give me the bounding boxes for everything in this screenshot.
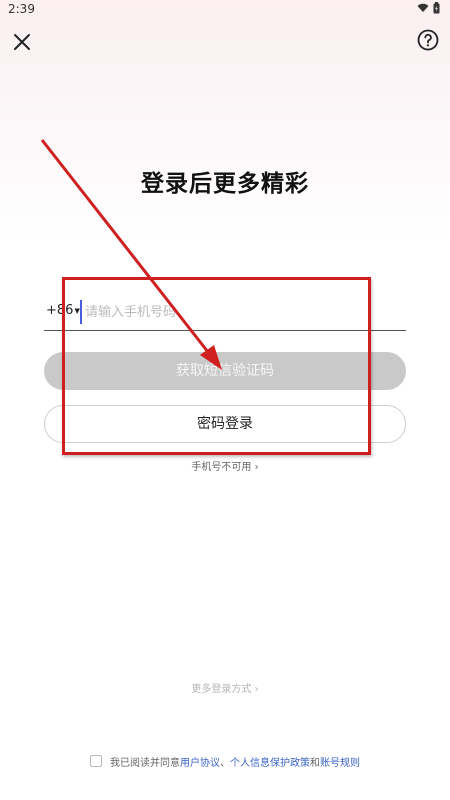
privacy-policy-link[interactable]: 个人信息保护政策 xyxy=(230,754,310,769)
help-circle-icon xyxy=(417,29,439,51)
agreement-separator: 、 xyxy=(220,757,230,769)
more-login-options-link[interactable]: 更多登录方式 › xyxy=(0,680,450,695)
more-login-label: 更多登录方式 xyxy=(191,684,252,695)
agreement-checkbox[interactable] xyxy=(90,755,102,767)
get-sms-code-button[interactable]: 获取短信验证码 xyxy=(44,352,406,390)
user-agreement-link[interactable]: 用户协议 xyxy=(180,754,220,769)
page-title: 登录后更多精彩 xyxy=(141,171,309,197)
agreement-row: 我已阅读并同意 用户协议 、 个人信息保护政策 和 账号规则 xyxy=(0,753,450,769)
close-icon xyxy=(14,34,30,50)
help-button[interactable] xyxy=(416,28,440,52)
wifi-icon xyxy=(417,3,429,12)
status-time: 2:39 xyxy=(8,2,35,16)
country-code-label: +86 xyxy=(46,303,74,318)
country-code-selector[interactable]: +86▼ xyxy=(46,303,80,318)
phone-unavailable-label: 手机号不可用 xyxy=(191,462,252,473)
status-icons xyxy=(417,2,440,14)
agreement-prefix: 我已阅读并同意 xyxy=(110,757,180,769)
phone-number-input[interactable] xyxy=(80,300,405,324)
phone-input-row: +86▼ xyxy=(44,296,406,331)
phone-unavailable-link[interactable]: 手机号不可用 › xyxy=(0,458,450,473)
password-login-button[interactable]: 密码登录 xyxy=(44,405,406,443)
status-bar: 2:39 xyxy=(0,0,450,20)
agreement-and: 和 xyxy=(310,757,320,769)
chevron-right-icon: › xyxy=(254,462,259,473)
account-rules-link[interactable]: 账号规则 xyxy=(320,754,360,769)
chevron-right-icon: › xyxy=(254,684,259,695)
battery-icon xyxy=(433,2,440,14)
close-button[interactable] xyxy=(10,30,34,54)
